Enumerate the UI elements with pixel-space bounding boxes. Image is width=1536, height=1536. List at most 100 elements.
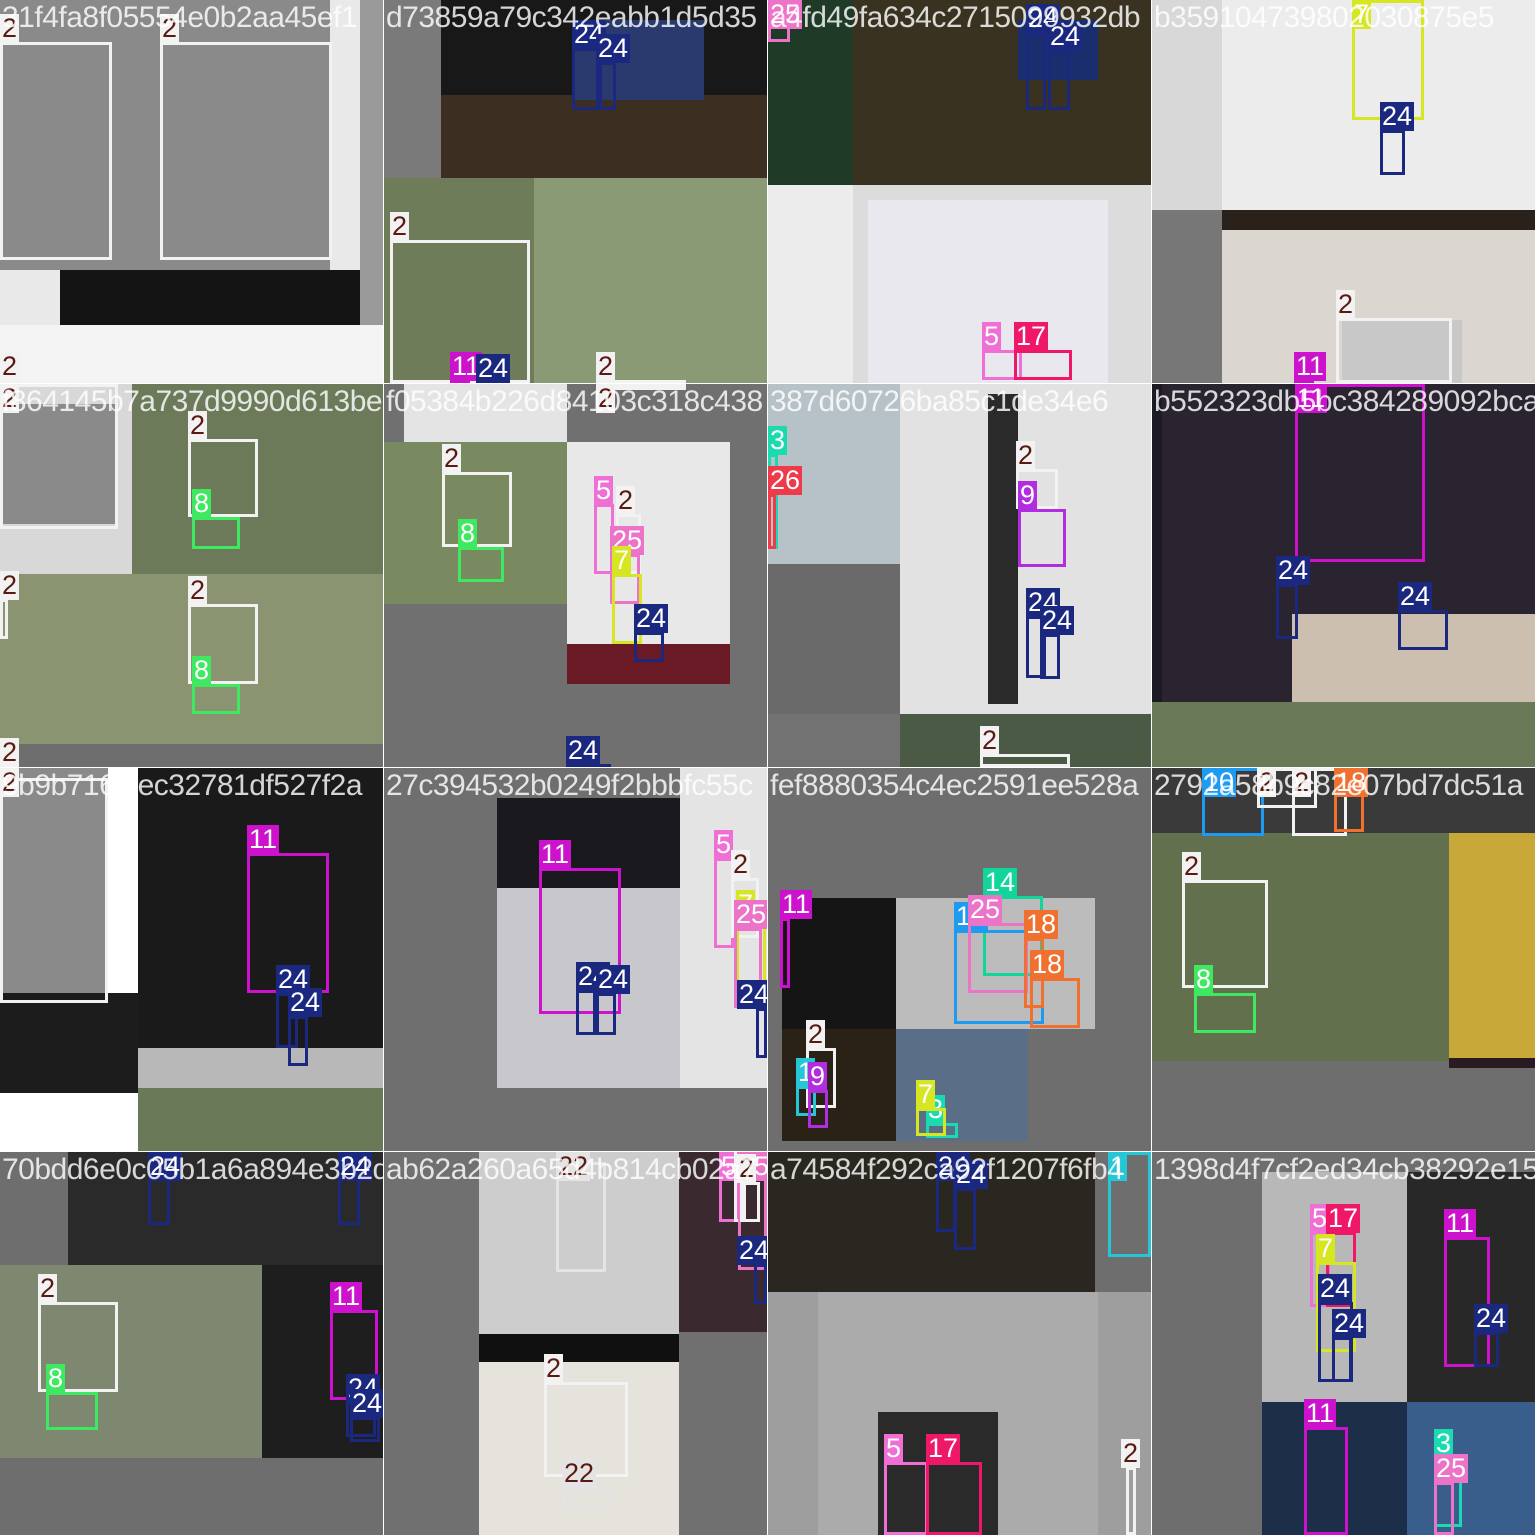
mosaic-tile: 24 24 2 11 24 2 d73859a79c342eabb1d5d35	[384, 0, 767, 383]
bounding-box	[756, 1008, 767, 1058]
image-region	[0, 744, 383, 767]
class-label: 2	[1257, 768, 1277, 797]
bounding-box	[634, 632, 664, 662]
class-label: 8	[192, 488, 212, 518]
image-region	[68, 1152, 383, 1265]
class-label: 24	[634, 603, 669, 633]
class-label: 8	[46, 1363, 66, 1393]
image-region	[1407, 1402, 1535, 1535]
mosaic-tile: 24 24 2 8 11 24 24 70bdd6e0c05b1a6a894e3b2d	[0, 1152, 383, 1535]
bounding-box	[780, 918, 790, 988]
class-label: 2	[38, 1273, 58, 1303]
bounding-box	[1026, 32, 1046, 110]
bounding-box	[458, 547, 504, 582]
bounding-box	[884, 1462, 928, 1535]
class-label: 11	[539, 839, 572, 869]
image-region	[0, 325, 383, 383]
class-label: 8	[458, 518, 478, 548]
class-label: 24	[1318, 1273, 1353, 1303]
bounding-box	[980, 754, 1070, 767]
class-label: 2	[1016, 440, 1036, 470]
mosaic-tile: 7 24 2 11 b359104739802030875e5	[1152, 0, 1535, 383]
bounding-box	[808, 1090, 828, 1128]
class-label: 24	[566, 735, 601, 765]
class-label: 1	[1108, 1152, 1128, 1181]
class-label: 11	[1304, 1398, 1337, 1428]
bounding-box	[1332, 1337, 1352, 1382]
bounding-box	[916, 1108, 946, 1136]
bounding-box	[926, 1462, 982, 1535]
class-label: 2	[980, 725, 1000, 755]
image-region	[534, 178, 767, 383]
bounding-box	[1434, 1482, 1454, 1535]
class-label: 8	[1194, 964, 1214, 994]
bounding-box	[596, 62, 616, 110]
class-label: 7	[612, 545, 632, 575]
class-label: 11	[780, 889, 813, 919]
class-label: 25	[968, 894, 1003, 924]
class-label: 2	[0, 384, 20, 413]
class-label: 10	[1202, 768, 1237, 797]
mosaic-tile: 2 2 8 2 2 8 2 f864145b7a737d9990d613be	[0, 384, 383, 767]
class-label: 14	[983, 867, 1018, 897]
class-label: 24	[476, 353, 511, 383]
bounding-box	[1018, 509, 1066, 567]
class-label: 2	[0, 13, 20, 43]
class-label: 25	[768, 0, 803, 29]
mosaic-tile: 3 26 2 9 24 24 2 387d60726ba85c1de34e6	[768, 384, 1151, 767]
class-label: 25	[734, 899, 767, 929]
class-label: 24	[1398, 581, 1433, 611]
bounding-box	[1014, 350, 1072, 380]
bounding-box	[338, 1177, 360, 1225]
class-label: 2	[0, 737, 20, 767]
class-label: 11	[330, 1281, 363, 1311]
mosaic-tile: 2 2 2 31f4fa8f05554e0b2aa45ef1	[0, 0, 383, 383]
mosaic-tile: 5 17 7 24 24 11 24 11 3 25 1398d4f7cf2ed34cb38292e…	[1152, 1152, 1535, 1535]
class-label: 24	[954, 1159, 989, 1189]
class-label: 24	[1276, 555, 1311, 585]
bounding-box	[192, 684, 240, 714]
class-label: 24	[737, 1236, 767, 1265]
class-label: 24	[338, 1152, 373, 1181]
class-label: 11	[1444, 1208, 1477, 1238]
mosaic-tile: 11 24 24 b552323db5bc384289092bca	[1152, 384, 1535, 767]
image-region	[384, 0, 441, 178]
class-label: 2	[1121, 1438, 1141, 1468]
bounding-box	[1474, 1332, 1499, 1367]
bounding-box	[148, 1177, 170, 1225]
class-label: 22	[562, 1458, 597, 1488]
bounding-box	[1336, 318, 1452, 383]
class-label: 11	[247, 824, 280, 854]
class-label: 2	[1182, 851, 1202, 881]
image-region	[0, 993, 138, 1093]
class-label: 5	[594, 475, 614, 505]
image-region	[768, 564, 900, 714]
bounding-box	[1304, 1427, 1348, 1535]
training-batch-mosaic: 2 2 2 31f4fa8f05554e0b2aa45ef1 24 24 2 11 24 2 d73…	[0, 0, 1536, 1536]
class-label: 24	[148, 1152, 183, 1181]
class-label: 2	[0, 351, 20, 381]
class-label: 2	[442, 443, 462, 473]
bounding-box	[350, 1417, 380, 1442]
class-label: 18	[1024, 909, 1059, 939]
class-label: 9	[808, 1061, 828, 1091]
class-label: 8	[192, 655, 212, 685]
class-label: 24	[596, 964, 631, 994]
mosaic-tile: 25 24 24 5 17 a4fd49fa634c2715099932db	[768, 0, 1151, 383]
class-label: 2	[1336, 289, 1356, 319]
bounding-box	[768, 494, 776, 549]
mosaic-tile: 225225224222ab62a260a65d4b814cb02a7	[384, 1152, 767, 1535]
bounding-box	[754, 1264, 767, 1304]
bounding-box	[160, 42, 332, 260]
class-label: 24	[1380, 101, 1415, 131]
class-label: 24	[596, 33, 631, 63]
class-label: 24	[737, 980, 767, 1009]
mosaic-tile: 10 2 2 18 2 8 2792a58b9c82e07bd7dc51a	[1152, 768, 1535, 1151]
bounding-box	[1048, 50, 1070, 110]
image-region	[138, 1088, 383, 1151]
bounding-box	[1398, 610, 1448, 650]
bounding-box	[968, 923, 1028, 993]
bounding-box	[1126, 1467, 1136, 1535]
class-label: 18	[1030, 949, 1065, 979]
class-label: 5	[982, 321, 1002, 351]
